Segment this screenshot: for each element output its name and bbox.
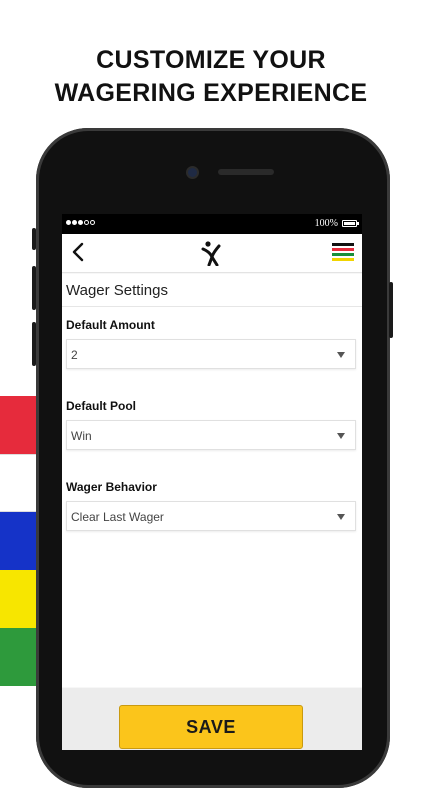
- save-button[interactable]: SAVE: [119, 705, 303, 749]
- caret-down-icon: [337, 352, 345, 358]
- color-bar-white: [0, 454, 38, 512]
- color-bar-red: [0, 396, 38, 454]
- footer-bar: SAVE: [62, 688, 362, 750]
- wager-behavior-select[interactable]: Clear Last Wager: [66, 501, 356, 531]
- default-amount-select[interactable]: 2: [66, 339, 356, 369]
- battery-icon: [342, 220, 357, 227]
- status-bar: 100%: [62, 214, 362, 234]
- camera-icon: [186, 166, 199, 179]
- page-title: Wager Settings: [66, 282, 168, 299]
- default-pool-label: Default Pool: [66, 399, 137, 413]
- caret-down-icon: [337, 433, 345, 439]
- decorative-color-bars: [0, 396, 38, 686]
- color-bar-green: [0, 628, 38, 686]
- phone-screen: 100% Wager Settings Default Amount 2 Def…: [62, 214, 362, 750]
- headline-line-2: WAGERING EXPERIENCE: [54, 79, 368, 107]
- speaker-grille: [218, 169, 274, 175]
- headline-line-1: CUSTOMIZE YOUR: [96, 46, 326, 74]
- phone-mute-switch: [32, 228, 36, 250]
- color-bar-yellow: [0, 570, 38, 628]
- phone-volume-up: [32, 266, 36, 310]
- color-stripes-menu-icon[interactable]: [332, 243, 354, 263]
- default-pool-select[interactable]: Win: [66, 420, 356, 450]
- page-title-bar: Wager Settings: [62, 274, 362, 307]
- phone-volume-down: [32, 322, 36, 366]
- chevron-left-icon[interactable]: [68, 241, 90, 263]
- wager-behavior-label: Wager Behavior: [66, 480, 157, 494]
- battery-percentage: 100%: [314, 218, 338, 229]
- default-amount-label: Default Amount: [66, 318, 155, 332]
- signal-icon: [66, 220, 95, 225]
- x-figure-logo-icon: [198, 240, 224, 267]
- caret-down-icon: [337, 514, 345, 520]
- default-pool-value: Win: [71, 429, 92, 443]
- default-amount-value: 2: [71, 348, 78, 362]
- wager-behavior-value: Clear Last Wager: [71, 510, 164, 524]
- settings-form: Default Amount 2 Default Pool Win Wager …: [62, 307, 362, 687]
- phone-power-button: [389, 282, 393, 338]
- nav-bar: [62, 234, 362, 273]
- color-bar-blue: [0, 512, 38, 570]
- headline: CUSTOMIZE YOUR WAGERING EXPERIENCE: [0, 44, 422, 110]
